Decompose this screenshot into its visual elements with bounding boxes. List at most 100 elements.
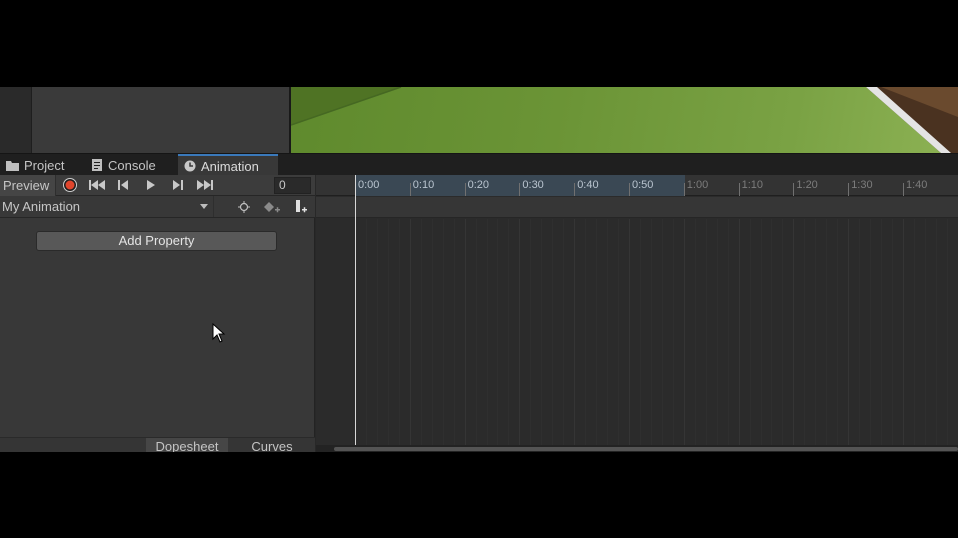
scene-view[interactable] — [291, 87, 958, 153]
ruler-label: 0:20 — [467, 179, 490, 191]
playhead[interactable] — [355, 175, 356, 445]
ruler-tick — [683, 183, 685, 196]
timeline-gridline — [826, 219, 828, 452]
timeline-gridline — [903, 219, 904, 452]
timeline-gridline — [574, 219, 576, 452]
timeline-gridline — [815, 219, 817, 452]
ruler-tick — [574, 183, 576, 196]
preview-button[interactable]: Preview — [0, 174, 56, 196]
chevron-down-icon — [200, 204, 208, 209]
hierarchy-panel-edge — [0, 87, 32, 153]
timeline-gridline — [563, 219, 565, 452]
timeline-gridline — [387, 219, 389, 452]
frame-input[interactable]: 0 — [274, 177, 311, 194]
timeline-gridline — [431, 219, 433, 452]
ruler-tick — [464, 183, 466, 196]
timeline-gridline — [596, 219, 598, 452]
time-ruler[interactable]: 0:00 0:10 0:20 0:30 0:40 0:50 1:00 1:10 1:20 1:30… — [316, 175, 958, 196]
folder-icon — [6, 160, 19, 171]
next-keyframe-button[interactable] — [164, 175, 191, 196]
timeline-gridline — [639, 219, 641, 452]
ruler-tick — [409, 183, 411, 196]
scene-geometry — [291, 87, 958, 153]
view-mode-tabs: Dopesheet Curves — [0, 437, 315, 452]
timeline-gridline — [398, 219, 400, 452]
event-row[interactable] — [316, 197, 958, 218]
timeline-gridline — [881, 219, 883, 452]
ruler-label: 1:30 — [851, 179, 873, 191]
play-button[interactable] — [137, 175, 164, 196]
filter-button[interactable] — [230, 196, 258, 217]
timeline-gridline — [442, 219, 444, 452]
clip-dropdown[interactable]: My Animation — [0, 196, 214, 217]
keyframe-grid[interactable] — [355, 219, 958, 452]
timeline-gridline — [508, 219, 510, 452]
timeline-gridline — [705, 219, 707, 452]
mouse-cursor-icon — [212, 323, 226, 343]
unity-editor: Project Console Animation Preview 0 My A… — [0, 87, 958, 452]
timeline-gridline — [618, 219, 620, 452]
inspector-panel-edge — [32, 87, 289, 153]
add-keyframe-button[interactable] — [258, 196, 286, 217]
timeline-gridline — [749, 219, 751, 452]
ruler-label: 0:30 — [522, 179, 544, 191]
timeline-gridline — [464, 219, 466, 452]
animation-properties-panel: Preview 0 My Animation Add Property Dope… — [0, 174, 315, 452]
ruler-tick — [629, 183, 630, 196]
curves-tab[interactable]: Curves — [230, 438, 314, 452]
dopesheet-tab[interactable]: Dopesheet — [146, 438, 228, 452]
animation-toolbar: Preview 0 — [0, 174, 315, 196]
ruler-tick — [738, 183, 740, 196]
dopesheet-timeline[interactable]: 0:00 0:10 0:20 0:30 0:40 0:50 1:00 1:10 1:20 1:30… — [316, 175, 958, 452]
timeline-gridline — [672, 219, 674, 452]
timeline-gridline — [585, 219, 587, 452]
record-icon — [62, 178, 77, 192]
tab-animation[interactable]: Animation — [178, 154, 278, 176]
timeline-gridline — [453, 219, 455, 452]
play-icon — [146, 180, 155, 190]
timeline-gridline — [727, 219, 729, 452]
timeline-gridline — [409, 219, 411, 452]
clip-dropdown-value: My Animation — [2, 199, 81, 214]
timeline-gridline — [892, 219, 894, 452]
timeline-gridline — [475, 219, 477, 452]
last-keyframe-icon — [196, 180, 213, 190]
prev-keyframe-button[interactable] — [110, 175, 137, 196]
tab-project[interactable]: Project — [0, 154, 70, 176]
timeline-gridline — [760, 219, 762, 452]
scene-strip — [0, 87, 958, 153]
timeline-gridline — [376, 219, 378, 452]
horizontal-scrollbar[interactable] — [316, 445, 958, 452]
scrollbar-thumb[interactable] — [334, 447, 958, 451]
ruler-label: 0:50 — [632, 179, 654, 191]
timeline-gridline — [607, 219, 609, 452]
add-property-button[interactable]: Add Property — [36, 231, 277, 251]
timeline-gridline — [804, 219, 806, 452]
tab-console[interactable]: Console — [86, 154, 162, 176]
first-keyframe-icon — [88, 180, 105, 190]
add-keyframe-icon — [264, 201, 280, 212]
timeline-gridline — [946, 219, 948, 452]
timeline-gridline — [650, 219, 652, 452]
timeline-gridline — [629, 219, 630, 452]
timeline-gridline — [519, 219, 521, 452]
timeline-gridline — [870, 219, 872, 452]
ruler-tick — [519, 183, 521, 196]
prev-keyframe-icon — [118, 180, 128, 190]
timeline-gridline — [541, 219, 543, 452]
ruler-tick — [848, 183, 850, 196]
ruler-label: 0:10 — [412, 179, 435, 191]
timeline-gridline — [420, 219, 422, 452]
timeline-gridline — [530, 219, 532, 452]
record-button[interactable] — [56, 175, 83, 196]
tab-project-label: Project — [24, 157, 65, 173]
timeline-gridline — [661, 219, 663, 452]
timeline-gridline — [913, 219, 915, 452]
first-keyframe-button[interactable] — [83, 175, 110, 196]
timeline-gridline — [486, 219, 488, 452]
last-keyframe-button[interactable] — [191, 175, 218, 196]
add-event-button[interactable] — [287, 196, 315, 217]
timeline-gridline — [848, 219, 850, 452]
timeline-gridline — [935, 219, 937, 452]
ruler-label: 1:40 — [906, 179, 928, 191]
